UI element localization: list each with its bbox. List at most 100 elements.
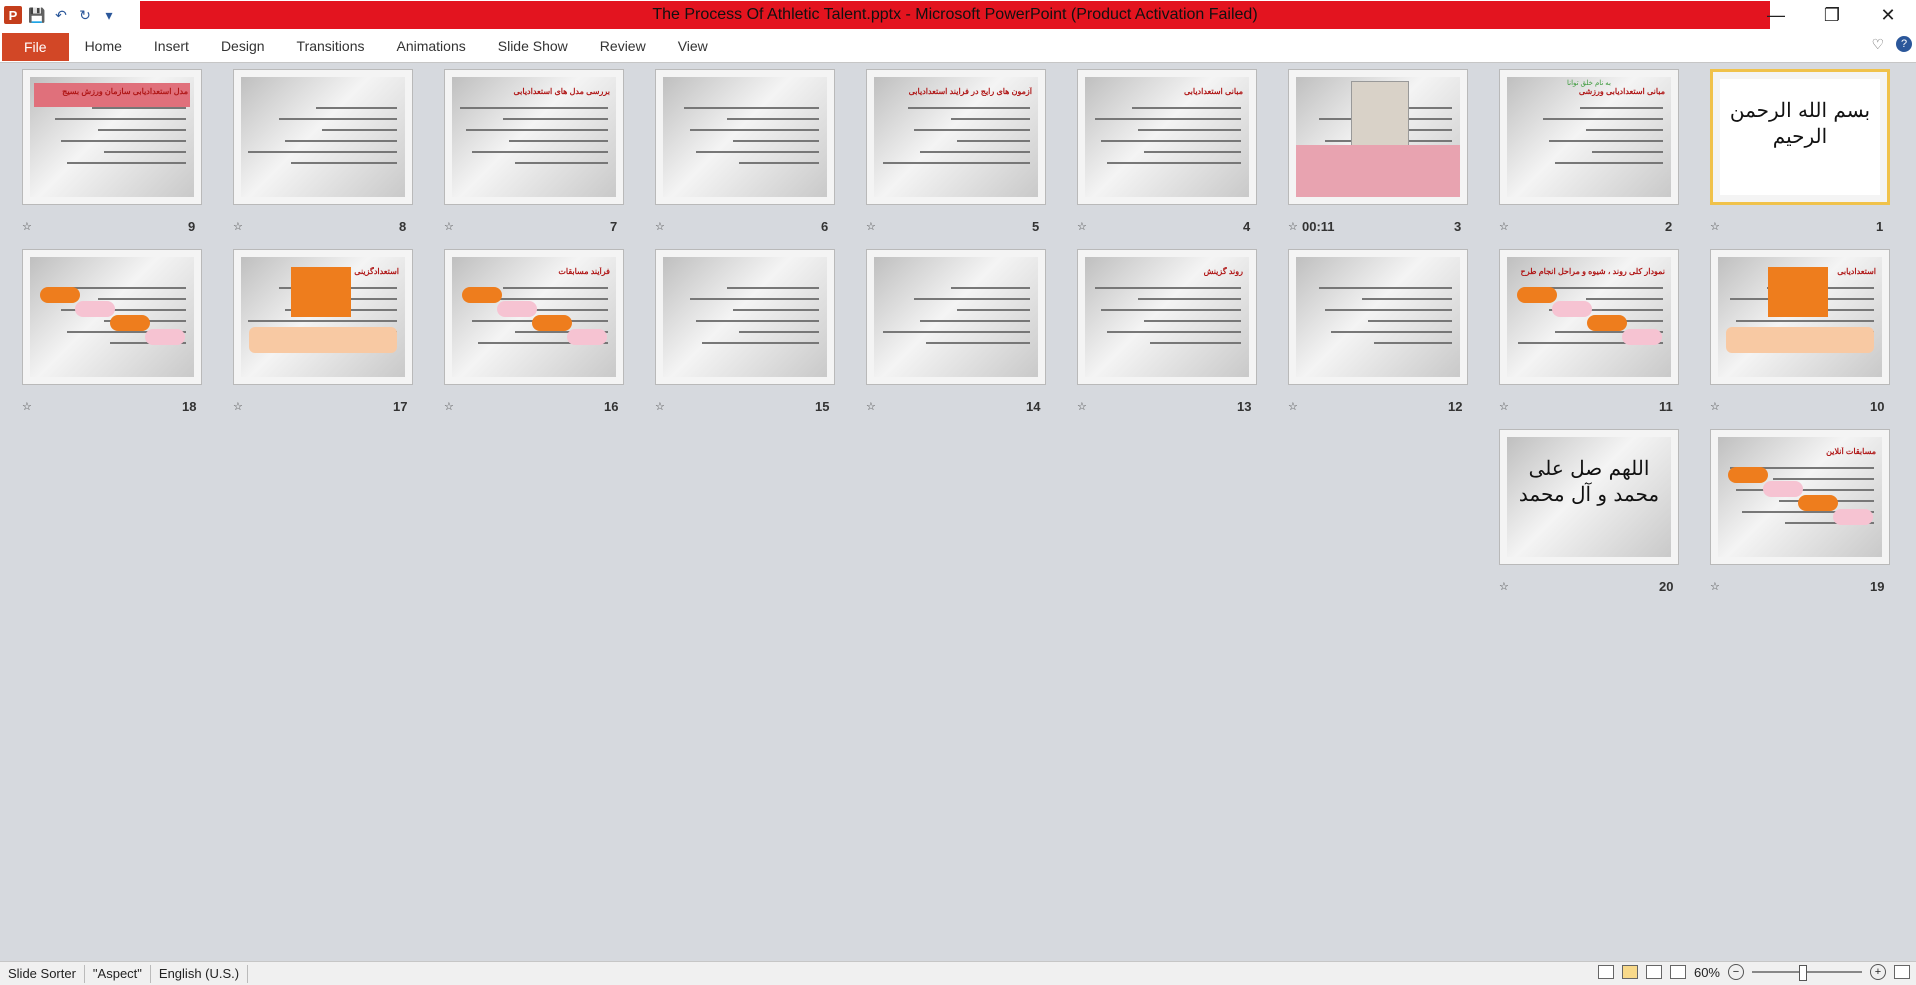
slide-thumbnail[interactable]: آزمون های رایج در فرایند استعدادیابی bbox=[866, 69, 1046, 205]
normal-view-button[interactable] bbox=[1597, 965, 1614, 979]
diagram-shape bbox=[1552, 301, 1592, 317]
zoom-out-button[interactable]: − bbox=[1728, 964, 1744, 980]
slide-frame[interactable]: مبانی استعدادیابی bbox=[1077, 69, 1257, 205]
transition-star-icon[interactable]: ☆ bbox=[1499, 220, 1509, 233]
slide-thumbnail[interactable] bbox=[866, 249, 1046, 385]
slide-thumbnail[interactable]: نمودار کلی روند ، شیوه و مراحل انجام طرح bbox=[1499, 249, 1679, 385]
tab-review[interactable]: Review bbox=[584, 30, 662, 62]
transition-star-icon[interactable]: ☆ bbox=[22, 400, 32, 413]
slide-sorter-view-button[interactable] bbox=[1621, 965, 1638, 979]
slide-frame[interactable]: فرآیند مسابقات bbox=[444, 249, 624, 385]
slide-thumbnail[interactable] bbox=[1288, 69, 1468, 205]
tab-animations[interactable]: Animations bbox=[380, 30, 481, 62]
slide-frame[interactable] bbox=[655, 249, 835, 385]
slide-frame[interactable] bbox=[233, 69, 413, 205]
slide-thumbnail[interactable]: بسم الله الرحمن الرحيم bbox=[1710, 69, 1890, 205]
customize-qat-icon[interactable]: ▾ bbox=[100, 6, 118, 24]
slide-thumbnail[interactable]: استعدادگزینی bbox=[233, 249, 413, 385]
slide-thumbnail[interactable] bbox=[655, 249, 835, 385]
transition-star-icon[interactable]: ☆ bbox=[1499, 400, 1509, 413]
transition-star-icon[interactable]: ☆ bbox=[1077, 400, 1087, 413]
slide-thumbnail[interactable]: روند گزینش bbox=[1077, 249, 1257, 385]
tab-view[interactable]: View bbox=[662, 30, 724, 62]
slide-frame[interactable]: بسم الله الرحمن الرحيم bbox=[1710, 69, 1890, 205]
zoom-slider[interactable] bbox=[1752, 965, 1862, 981]
slide-thumbnail[interactable] bbox=[1288, 249, 1468, 385]
tab-home[interactable]: Home bbox=[69, 30, 138, 62]
powerpoint-app-icon[interactable]: P bbox=[4, 6, 22, 24]
slide-frame[interactable] bbox=[1288, 249, 1468, 385]
slide-frame[interactable]: مبانی استعدادیابی ورزشی به نام خلق توانا bbox=[1499, 69, 1679, 205]
save-icon[interactable]: 💾 bbox=[28, 6, 46, 24]
zoom-slider-thumb[interactable] bbox=[1798, 965, 1807, 981]
help-icon[interactable]: ? bbox=[1896, 36, 1912, 52]
slide-frame[interactable]: آزمون های رایج در فرایند استعدادیابی bbox=[866, 69, 1046, 205]
transition-star-icon[interactable]: ☆ bbox=[1499, 580, 1509, 593]
transition-star-icon[interactable]: ☆ bbox=[866, 220, 876, 233]
slide-thumbnail[interactable]: مبانی استعدادیابی ورزشی به نام خلق توانا bbox=[1499, 69, 1679, 205]
tab-slide-show[interactable]: Slide Show bbox=[482, 30, 584, 62]
transition-star-icon[interactable]: ☆ bbox=[1288, 400, 1298, 413]
zoom-level[interactable]: 60% bbox=[1694, 965, 1720, 980]
slide-thumbnail[interactable]: بررسی مدل های استعدادیابی bbox=[444, 69, 624, 205]
text-line bbox=[926, 342, 1030, 344]
slide-frame[interactable]: استعدادگزینی bbox=[233, 249, 413, 385]
slide-thumbnail[interactable] bbox=[22, 249, 202, 385]
slide-thumbnail[interactable]: مسابقات آنلاین bbox=[1710, 429, 1890, 565]
file-tab[interactable]: File bbox=[2, 33, 69, 61]
transition-star-icon[interactable]: ☆ bbox=[444, 400, 454, 413]
slide-preview bbox=[241, 77, 405, 197]
restore-button[interactable]: ❐ bbox=[1804, 0, 1860, 30]
redo-icon[interactable]: ↻ bbox=[76, 6, 94, 24]
slide-thumbnail[interactable]: مدل استعدادیابی سازمان ورزش بسیج bbox=[22, 69, 202, 205]
text-line bbox=[1331, 331, 1452, 333]
slide-frame[interactable]: بررسی مدل های استعدادیابی bbox=[444, 69, 624, 205]
language-status[interactable]: English (U.S.) bbox=[151, 964, 249, 983]
zoom-in-button[interactable]: + bbox=[1870, 964, 1886, 980]
transition-star-icon[interactable]: ☆ bbox=[233, 400, 243, 413]
transition-star-icon[interactable]: ☆ bbox=[1710, 580, 1720, 593]
tab-transitions[interactable]: Transitions bbox=[281, 30, 381, 62]
slide-thumbnail[interactable] bbox=[233, 69, 413, 205]
slide-thumbnail[interactable]: فرآیند مسابقات bbox=[444, 249, 624, 385]
close-button[interactable]: ✕ bbox=[1860, 0, 1916, 30]
fit-window-button[interactable] bbox=[1894, 965, 1910, 979]
text-line bbox=[914, 298, 1030, 300]
slide-frame[interactable]: مدل استعدادیابی سازمان ورزش بسیج bbox=[22, 69, 202, 205]
slide-number: 3 bbox=[1454, 219, 1462, 234]
slide-number: 9 bbox=[188, 219, 196, 234]
slide-thumbnail[interactable] bbox=[655, 69, 835, 205]
expand-ribbon-icon[interactable]: ♡ bbox=[1871, 36, 1884, 53]
tab-insert[interactable]: Insert bbox=[138, 30, 205, 62]
transition-star-icon[interactable]: ☆ bbox=[1288, 220, 1298, 233]
transition-star-icon[interactable]: ☆ bbox=[655, 220, 665, 233]
slide-thumbnail[interactable]: اللهم صل علی محمد و آل محمد bbox=[1499, 429, 1679, 565]
slide-frame[interactable]: نمودار کلی روند ، شیوه و مراحل انجام طرح bbox=[1499, 249, 1679, 385]
slide-frame[interactable]: استعدادیابی bbox=[1710, 249, 1890, 385]
transition-star-icon[interactable]: ☆ bbox=[233, 220, 243, 233]
slide-frame[interactable] bbox=[22, 249, 202, 385]
minimize-button[interactable]: — bbox=[1748, 0, 1804, 30]
tab-design[interactable]: Design bbox=[205, 30, 281, 62]
slide-thumbnail[interactable]: استعدادیابی bbox=[1710, 249, 1890, 385]
text-line bbox=[55, 118, 186, 120]
slide-frame[interactable] bbox=[655, 69, 835, 205]
transition-star-icon[interactable]: ☆ bbox=[1077, 220, 1087, 233]
transition-star-icon[interactable]: ☆ bbox=[1710, 400, 1720, 413]
transition-star-icon[interactable]: ☆ bbox=[866, 400, 876, 413]
transition-star-icon[interactable]: ☆ bbox=[1710, 220, 1720, 233]
transition-star-icon[interactable]: ☆ bbox=[22, 220, 32, 233]
undo-icon[interactable]: ↶ bbox=[52, 6, 70, 24]
diagram-shape bbox=[567, 329, 607, 345]
transition-star-icon[interactable]: ☆ bbox=[655, 400, 665, 413]
slide-frame[interactable]: اللهم صل علی محمد و آل محمد bbox=[1499, 429, 1679, 565]
slide-frame[interactable]: روند گزینش bbox=[1077, 249, 1257, 385]
slide-number: 11 bbox=[1659, 399, 1673, 414]
reading-view-button[interactable] bbox=[1645, 965, 1662, 979]
slideshow-view-button[interactable] bbox=[1669, 965, 1686, 979]
slide-frame[interactable]: مسابقات آنلاین bbox=[1710, 429, 1890, 565]
slide-frame[interactable] bbox=[866, 249, 1046, 385]
slide-thumbnail[interactable]: مبانی استعدادیابی bbox=[1077, 69, 1257, 205]
transition-star-icon[interactable]: ☆ bbox=[444, 220, 454, 233]
slide-frame[interactable] bbox=[1288, 69, 1468, 205]
